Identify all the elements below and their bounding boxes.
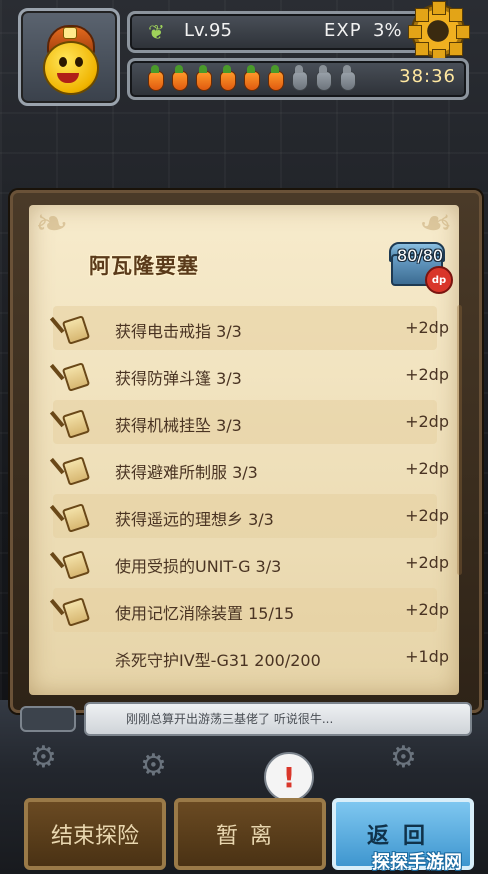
gear-tooth xyxy=(456,25,470,39)
quest-text: 杀死守护IV型-G31 200/200 xyxy=(115,651,321,670)
quest-reward: +2dp xyxy=(405,553,449,572)
settings-gear-icon[interactable] xyxy=(408,1,470,63)
carrot-icon xyxy=(264,65,286,91)
carrot-icon xyxy=(168,65,190,91)
scroll-quill-icon xyxy=(49,314,91,345)
quest-reward: +2dp xyxy=(405,318,449,337)
gear-tooth xyxy=(432,1,446,15)
dp-badge: dp xyxy=(425,266,453,294)
scroll-quill-icon xyxy=(49,502,91,533)
corner-flourish-icon: ❧ xyxy=(35,201,69,247)
gear-tooth xyxy=(408,25,422,39)
scroll-quill-icon xyxy=(49,408,91,439)
level-label: Lv.95 xyxy=(184,20,232,41)
quest-row: 使用受损的UNIT-G 3/3 +2dp xyxy=(49,541,449,585)
quest-row: 使用记忆消除装置 15/15 +2dp xyxy=(49,588,449,632)
quest-text: 使用受损的UNIT-G 3/3 xyxy=(115,557,282,576)
chat-toggle-button[interactable] xyxy=(20,706,76,732)
chat-message: 刚刚总算开出游荡三基佬了 听说很牛... xyxy=(126,712,334,726)
alert-icon[interactable]: ! xyxy=(264,752,314,802)
carrot-icon xyxy=(192,65,214,91)
dungeon-title: 阿瓦隆要塞 xyxy=(89,254,199,278)
carrot-icon xyxy=(216,65,238,91)
carrot-icon xyxy=(144,65,166,91)
quest-row: 获得电击戒指 3/3 +2dp xyxy=(49,306,449,350)
quest-text: 获得遥远的理想乡 3/3 xyxy=(115,510,274,529)
quest-row: 获得避难所制服 3/3 +2dp xyxy=(49,447,449,491)
dp-chest[interactable]: 80/80 dp xyxy=(383,230,453,294)
quest-text: 使用记忆消除装置 15/15 xyxy=(115,604,295,623)
scroll-quill-icon xyxy=(49,549,91,580)
quest-scrollbar[interactable] xyxy=(457,305,462,575)
pipe-valve-icon: ⚙ xyxy=(390,740,417,775)
quest-text: 获得避难所制服 3/3 xyxy=(115,463,258,482)
quest-paper: ❧ ❧ 阿瓦隆要塞 80/80 dp 获得电击戒指 3/3 +2dp 获得防弹斗篷 … xyxy=(29,201,462,695)
scroll-quill-icon xyxy=(49,361,91,392)
food-timer: 38:36 xyxy=(399,66,456,87)
quest-reward: +2dp xyxy=(405,600,449,619)
quest-reward: +2dp xyxy=(405,506,449,525)
exp-value: 3% xyxy=(373,20,402,41)
helmet-lamp-icon xyxy=(63,27,77,39)
gear-tooth xyxy=(415,41,430,56)
quest-reward: +2dp xyxy=(405,412,449,431)
scroll-quill-icon xyxy=(49,455,91,486)
chest-progress: 80/80 xyxy=(397,246,444,265)
gumball-face-icon xyxy=(43,41,99,95)
quest-reward: +2dp xyxy=(405,365,449,384)
pipe-valve-icon: ⚙ xyxy=(140,748,167,783)
player-avatar[interactable] xyxy=(18,8,120,106)
site-watermark: 探探手游网 xyxy=(372,852,462,873)
quest-reward: +2dp xyxy=(405,459,449,478)
gear-tooth xyxy=(448,41,463,56)
exp-label: EXP xyxy=(324,20,362,41)
quest-text: 获得机械挂坠 3/3 xyxy=(115,416,242,435)
quest-text: 获得防弹斗篷 3/3 xyxy=(115,369,242,388)
end-exploration-button[interactable]: 结束探险 xyxy=(24,798,166,870)
empty-carrot-icon xyxy=(312,65,334,91)
chat-bar[interactable]: 刚刚总算开出游荡三基佬了 听说很牛... xyxy=(84,702,472,736)
level-exp-bar: ❦ Lv.95 EXP 3% xyxy=(127,11,423,53)
food-row xyxy=(144,65,358,91)
gear-tooth xyxy=(448,8,463,23)
food-timer-bar: 38:36 xyxy=(127,58,469,100)
quest-reward: +1dp xyxy=(405,647,449,666)
carrot-icon xyxy=(240,65,262,91)
avatar-eye xyxy=(59,57,67,67)
quest-row: 获得防弹斗篷 3/3 +2dp xyxy=(49,353,449,397)
quest-row: 获得机械挂坠 3/3 +2dp xyxy=(49,400,449,444)
quest-row: 获得遥远的理想乡 3/3 +2dp xyxy=(49,494,449,538)
pipe-valve-icon: ⚙ xyxy=(30,740,57,775)
leave-temporarily-button[interactable]: 暂离 xyxy=(174,798,326,870)
gear-tooth xyxy=(415,8,430,23)
quest-row: 杀死守护IV型-G31 200/200 +1dp xyxy=(53,635,449,679)
empty-carrot-icon xyxy=(288,65,310,91)
quest-text: 获得电击戒指 3/3 xyxy=(115,322,242,341)
empty-carrot-icon xyxy=(336,65,358,91)
avatar-eye xyxy=(75,57,83,67)
quest-panel: ❧ ❧ 阿瓦隆要塞 80/80 dp 获得电击戒指 3/3 +2dp 获得防弹斗篷 … xyxy=(10,190,482,713)
leaf-icon: ❦ xyxy=(148,20,165,44)
scroll-quill-icon xyxy=(49,596,91,627)
